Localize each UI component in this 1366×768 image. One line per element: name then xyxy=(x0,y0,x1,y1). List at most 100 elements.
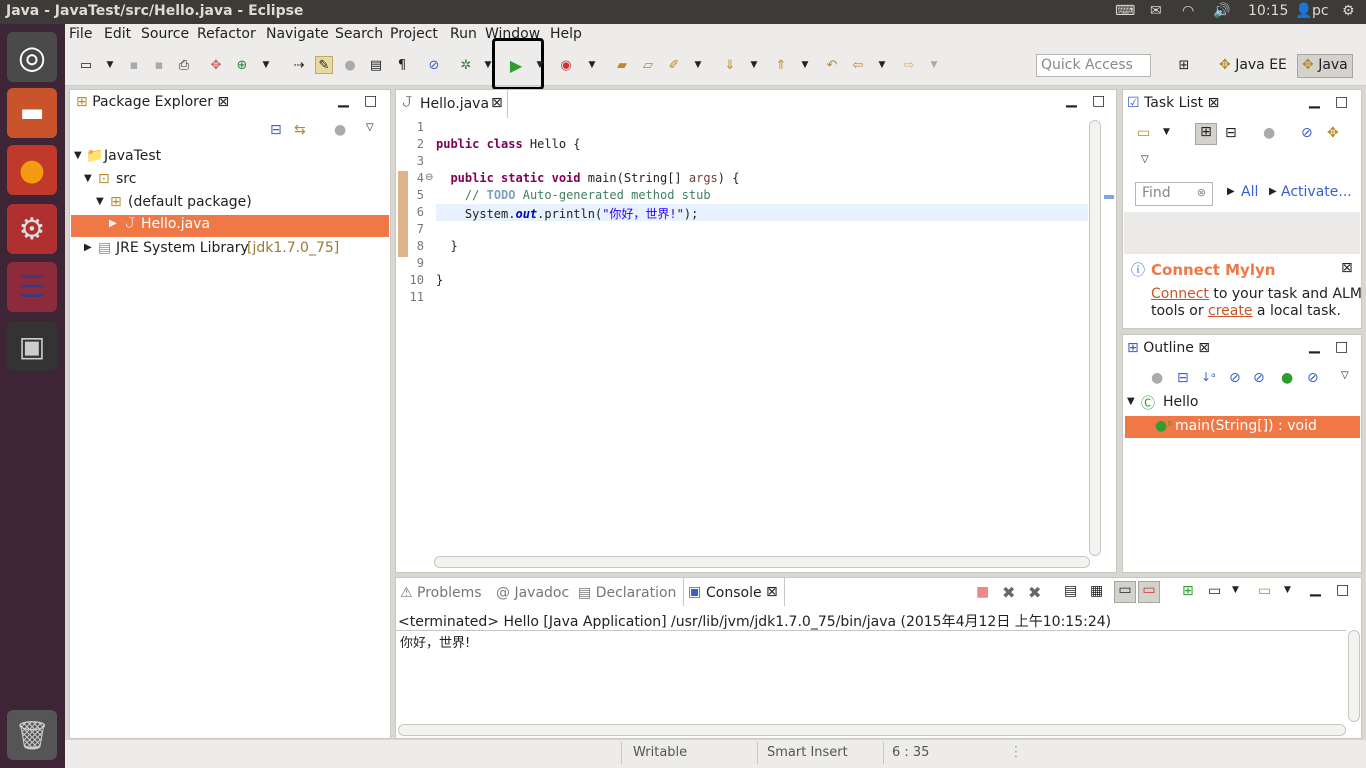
code-area[interactable]: public class Hello { public static void … xyxy=(436,120,1086,307)
debug-icon[interactable]: ✲ xyxy=(457,56,475,74)
new-java-project-icon[interactable]: ✥ xyxy=(207,56,225,74)
close-icon[interactable]: ⊠ xyxy=(766,584,778,600)
tab-declaration[interactable]: ▤ Declaration xyxy=(578,585,676,601)
collapse-all-icon[interactable]: ⊟ xyxy=(270,122,282,138)
hide-fields-icon[interactable]: ⊘ xyxy=(1229,370,1241,386)
expanded-arrow-icon[interactable]: ▼ xyxy=(1127,396,1135,407)
wifi-icon[interactable]: ◠ xyxy=(1182,3,1194,19)
task-find-input[interactable]: Find ⊗ xyxy=(1135,182,1213,206)
close-icon[interactable]: ⊠ xyxy=(491,95,503,111)
menu-run[interactable]: Run xyxy=(450,26,477,42)
last-edit-location-icon[interactable]: ↶ xyxy=(823,56,841,74)
toggle-mark-occurrences-icon[interactable]: ✎ xyxy=(315,56,333,74)
run-dropdown-icon[interactable]: ▼ xyxy=(531,56,549,74)
search-task-icon[interactable]: ✐ xyxy=(665,56,683,74)
new-class-dropdown-icon[interactable]: ▼ xyxy=(257,56,275,74)
vertical-scrollbar[interactable] xyxy=(1089,120,1101,556)
outline-tab[interactable]: ⊞ Outline ⊠ xyxy=(1127,340,1210,356)
open-console-icon[interactable]: ▭ xyxy=(1258,583,1271,599)
open-project-icon[interactable]: ▰ xyxy=(613,56,631,74)
vertical-scrollbar[interactable] xyxy=(1348,630,1360,722)
ubuntu-dash-icon[interactable]: ◎ xyxy=(7,32,57,82)
scheduled-icon[interactable]: ⊟ xyxy=(1225,125,1237,141)
minimize-icon[interactable]: ▁ xyxy=(338,92,349,108)
hide-static-icon[interactable]: ⊘ xyxy=(1253,370,1265,386)
new-task-dropdown-icon[interactable]: ▼ xyxy=(1163,127,1170,137)
hide-local-types-icon[interactable]: ⊘ xyxy=(1307,370,1319,386)
volume-icon[interactable]: 🔊 xyxy=(1213,3,1230,19)
run-external-tools-icon[interactable]: ◉ xyxy=(557,56,575,74)
toggle-block-selection-icon[interactable]: ▤ xyxy=(367,56,385,74)
open-type-icon[interactable]: ⇢ xyxy=(290,56,308,74)
skip-breakpoints-icon[interactable]: ⊘ xyxy=(425,56,443,74)
maximize-icon[interactable]: □ xyxy=(1336,582,1349,598)
close-icon[interactable]: ⊠ xyxy=(1208,95,1220,111)
tree-item-jre[interactable]: ▶ ▤ JRE System Library [jdk1.7.0_75] xyxy=(70,240,390,262)
tab-javadoc[interactable]: @ Javadoc xyxy=(496,585,569,601)
tree-item-project[interactable]: ▼ 📁 JavaTest xyxy=(70,148,390,170)
tree-item-hello-java[interactable]: ▶ 𝙹 Hello.java xyxy=(71,215,389,237)
save-all-icon[interactable]: ▪ xyxy=(150,56,168,74)
view-menu-icon[interactable]: ▽ xyxy=(1341,370,1349,381)
menu-navigate[interactable]: Navigate xyxy=(266,26,329,42)
console-output[interactable]: 你好，世界! xyxy=(400,632,470,651)
menu-file[interactable]: File xyxy=(69,26,92,42)
sort-icon[interactable]: ↓ᵃ xyxy=(1201,370,1216,384)
all-link[interactable]: All xyxy=(1241,184,1258,200)
menu-edit[interactable]: Edit xyxy=(104,26,131,42)
remove-launch-icon[interactable]: ✖ xyxy=(1002,583,1015,602)
trash-icon[interactable]: 🗑 xyxy=(7,710,57,760)
focus-active-task-icon[interactable]: ● xyxy=(1151,370,1163,386)
mail-icon[interactable]: ✉ xyxy=(1150,3,1162,19)
new-java-class-icon[interactable]: ⊕ xyxy=(233,56,251,74)
menu-search[interactable]: Search xyxy=(335,26,383,42)
maximize-icon[interactable]: □ xyxy=(1335,94,1348,110)
display-console-icon[interactable]: ▭ xyxy=(1208,583,1221,599)
print-icon[interactable]: ⎙ xyxy=(175,56,193,74)
tree-item-src[interactable]: ▼ ⊡ src xyxy=(70,171,390,193)
system-settings-icon[interactable]: ⚙ xyxy=(7,204,57,254)
hide-completed-icon[interactable]: ⊘ xyxy=(1301,125,1313,141)
display-console-dropdown-icon[interactable]: ▼ xyxy=(1232,585,1239,595)
horizontal-scrollbar[interactable] xyxy=(434,556,1090,568)
package-explorer-tab[interactable]: ⊞ Package Explorer ⊠ xyxy=(76,94,229,110)
files-icon[interactable]: ▬ xyxy=(7,88,57,138)
create-link[interactable]: create xyxy=(1208,303,1252,319)
focus-tasks-icon[interactable]: ● xyxy=(334,122,346,138)
expanded-arrow-icon[interactable]: ▼ xyxy=(74,150,82,161)
show-whitespace-icon[interactable]: ¶ xyxy=(393,56,411,74)
user-name[interactable]: pc xyxy=(1312,3,1329,19)
clear-console-icon[interactable]: ▤ xyxy=(1064,583,1077,599)
menu-help[interactable]: Help xyxy=(550,26,582,42)
new-icon[interactable]: ▭ xyxy=(77,56,95,74)
collapse-all-icon[interactable]: ⊟ xyxy=(1177,370,1189,386)
clear-icon[interactable]: ⊗ xyxy=(1197,186,1206,199)
categorized-icon[interactable]: ⊞ xyxy=(1195,123,1217,145)
toggle-breadcrumb-icon[interactable]: ● xyxy=(341,56,359,74)
expanded-arrow-icon[interactable]: ▼ xyxy=(84,173,92,184)
forward-dropdown-icon[interactable]: ▼ xyxy=(925,56,943,74)
menu-refactor[interactable]: Refactor xyxy=(197,26,256,42)
close-icon[interactable]: ⊠ xyxy=(217,94,229,110)
keyboard-icon[interactable]: ⌨ xyxy=(1115,3,1135,19)
open-console-dropdown-icon[interactable]: ▼ xyxy=(1284,585,1291,595)
minimize-icon[interactable]: ▁ xyxy=(1310,581,1321,597)
activate-link[interactable]: Activate... xyxy=(1281,184,1352,200)
tab-problems[interactable]: ⚠ Problems xyxy=(400,585,482,601)
next-annotation-icon[interactable]: ⇓ xyxy=(721,56,739,74)
firefox-icon[interactable]: ● xyxy=(7,145,57,195)
collapsed-arrow-icon[interactable]: ▶ xyxy=(84,242,92,253)
previous-annotation-icon[interactable]: ⇑ xyxy=(772,56,790,74)
maximize-icon[interactable]: □ xyxy=(1092,93,1105,109)
new-dropdown-icon[interactable]: ▼ xyxy=(101,56,119,74)
back-dropdown-icon[interactable]: ▼ xyxy=(873,56,891,74)
tab-console[interactable]: ▣ Console ⊠ xyxy=(683,578,785,606)
maximize-icon[interactable]: □ xyxy=(364,93,377,109)
expanded-arrow-icon[interactable]: ▼ xyxy=(96,196,104,207)
status-insert-mode[interactable]: Smart Insert xyxy=(767,745,848,760)
previous-annotation-dropdown-icon[interactable]: ▼ xyxy=(796,56,814,74)
collapse-tasks-icon[interactable]: ✥ xyxy=(1327,125,1339,141)
minimize-icon[interactable]: ▁ xyxy=(1309,338,1320,354)
clock[interactable]: 10:15 xyxy=(1248,3,1288,19)
tree-item-default-package[interactable]: ▼ ⊞ (default package) xyxy=(70,194,390,216)
